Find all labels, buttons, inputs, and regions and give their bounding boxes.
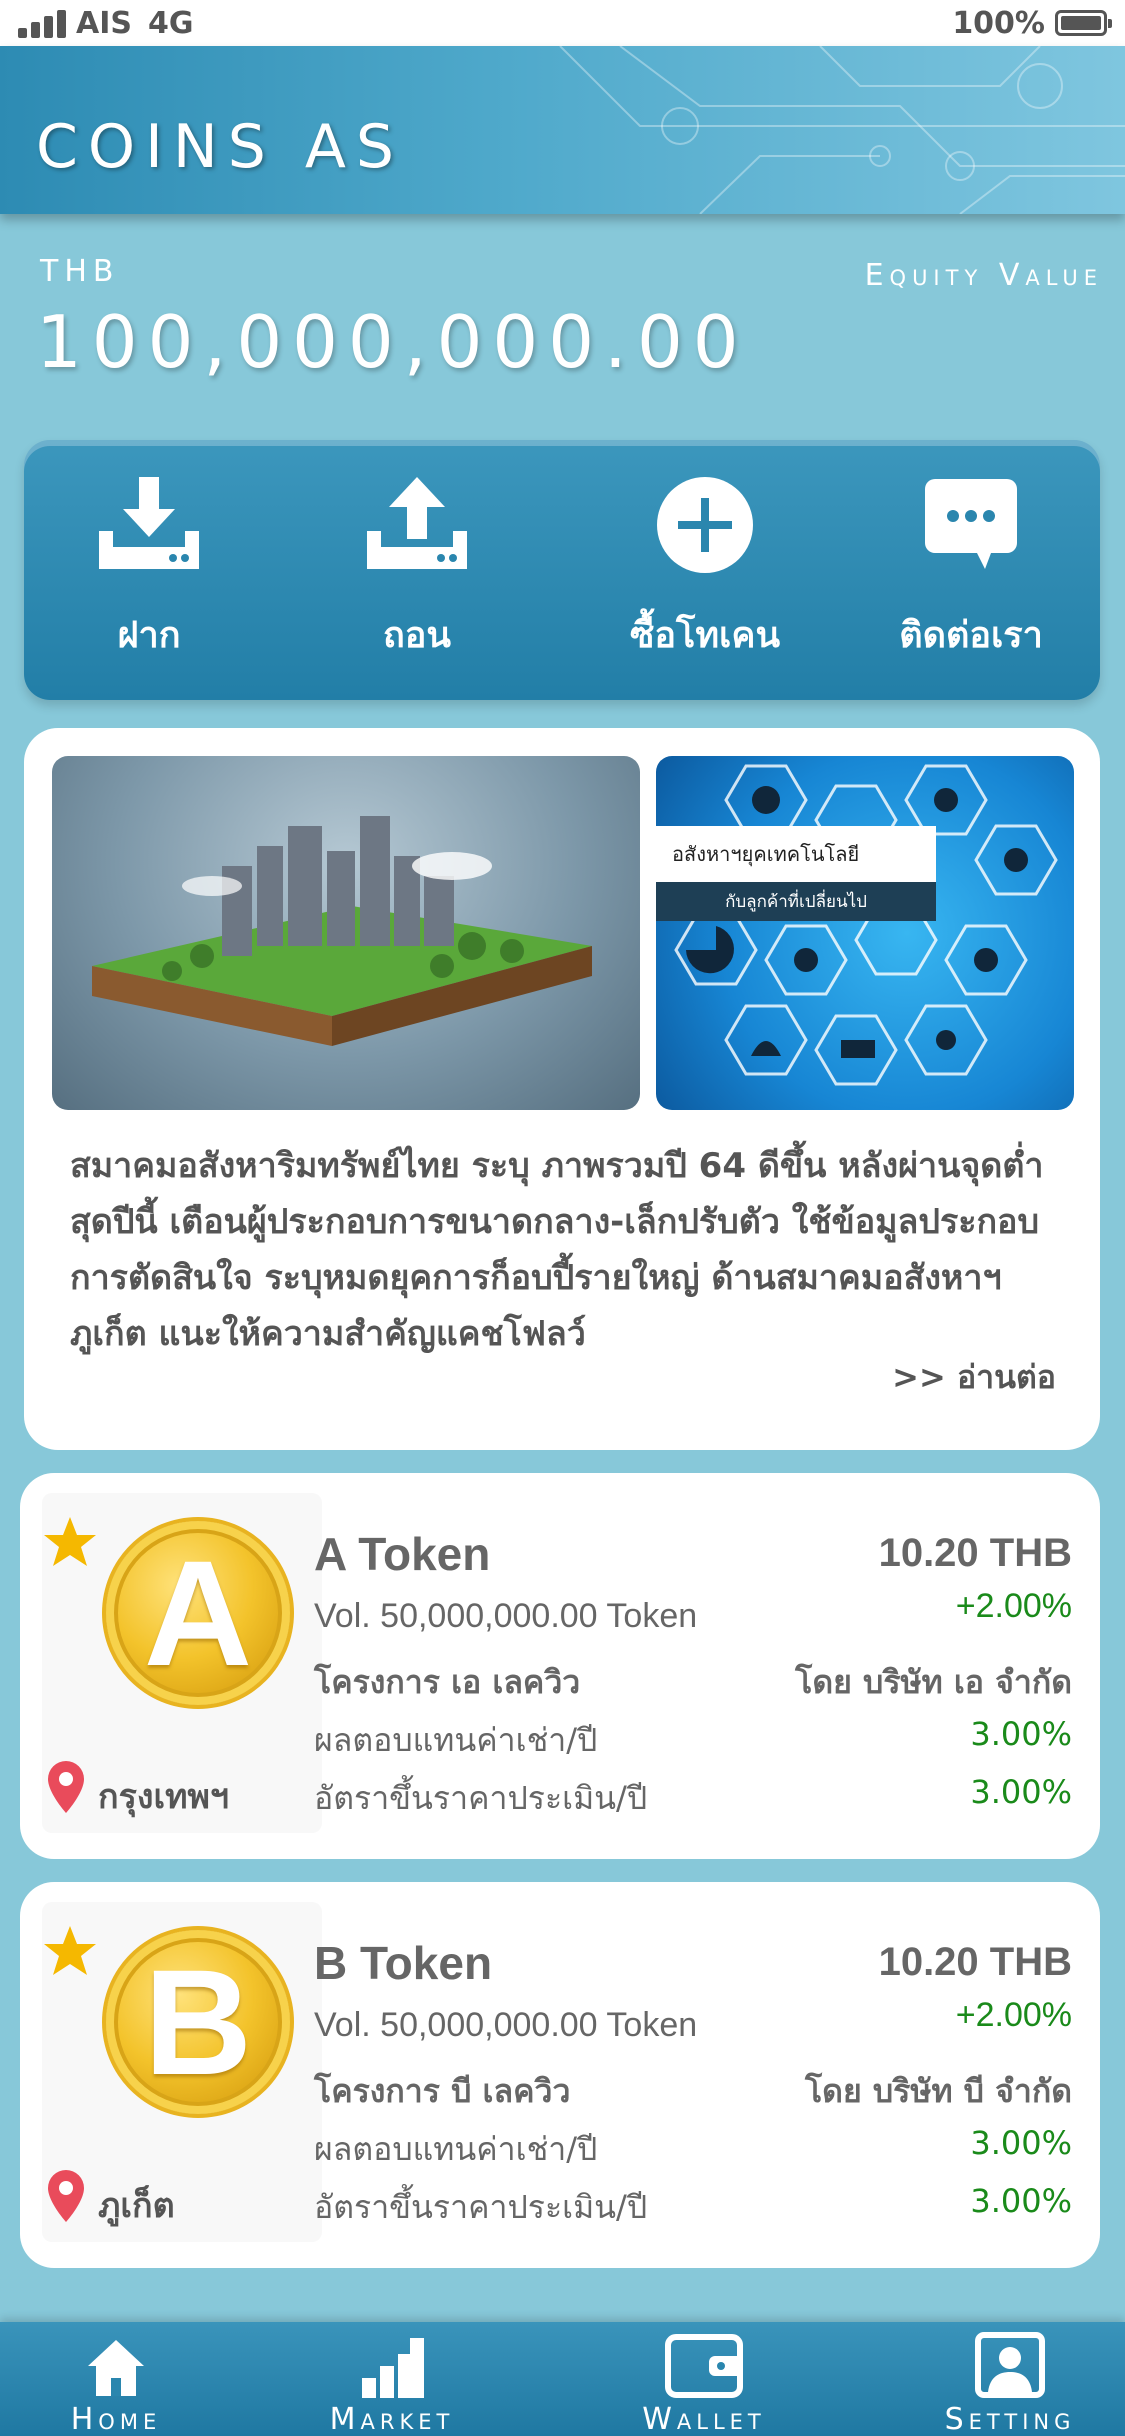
buy-token-button[interactable]: ซื้อโทเคน [590, 470, 820, 680]
bottom-nav: Home Market Wallet Setting [0, 2322, 1125, 2436]
location-pin-icon [48, 1761, 84, 1813]
rent-yield-value: 3.00% [970, 1715, 1072, 1753]
header-banner: COINS AS [0, 46, 1125, 214]
nav-home-label: Home [70, 2402, 162, 2436]
nav-setting[interactable]: Setting [910, 2332, 1110, 2436]
contact-us-label: ติดต่อเรา [899, 615, 1043, 656]
chat-bubble-icon [916, 470, 1026, 580]
token-location: กรุงเทพฯ [98, 1777, 229, 1817]
currency-label: THB [40, 254, 120, 289]
user-profile-icon [910, 2332, 1110, 2398]
location-pin-icon [48, 2170, 84, 2222]
coin-letter: A [143, 1529, 253, 1697]
token-card-a[interactable]: A กรุงเทพฯ A Token 10.20 THB +2.00% Vol.… [20, 1473, 1100, 1859]
rent-yield-label: ผลตอบแทนค่าเช่า/ปี [314, 1721, 598, 1759]
app-title: COINS AS [36, 112, 404, 182]
appraisal-growth-value: 3.00% [970, 2182, 1072, 2220]
news-card[interactable]: อสังหาฯยุคเทคโนโลยี กับลูกค้าที่เปลี่ยนไ… [24, 728, 1100, 1450]
nav-setting-label: Setting [944, 2402, 1076, 2436]
buy-token-label: ซื้อโทเคน [629, 615, 781, 656]
wallet-icon [604, 2332, 804, 2398]
token-change: +2.00% [955, 1587, 1072, 1625]
caption-main: อสังหาฯยุคเทคโนโลยี [656, 826, 936, 882]
appraisal-growth-value: 3.00% [970, 1773, 1072, 1811]
deposit-label: ฝาก [117, 615, 181, 656]
nav-market[interactable]: Market [292, 2332, 492, 2436]
favorite-star-icon[interactable] [42, 1924, 98, 1978]
token-company: โดย บริษัท เอ จำกัด [795, 1663, 1072, 1701]
contact-us-button[interactable]: ติดต่อเรา [856, 470, 1086, 680]
nav-market-label: Market [329, 2402, 455, 2436]
appraisal-growth-label: อัตราขึ้นราคาประเมิน/ปี [314, 2188, 648, 2226]
bar-chart-icon [292, 2332, 492, 2398]
carrier-name: AIS [76, 5, 132, 41]
withdraw-icon [362, 470, 472, 580]
signal-icon [18, 8, 66, 38]
token-location: ภูเก็ต [98, 2186, 175, 2226]
battery-percent: 100% [952, 5, 1045, 41]
nav-home[interactable]: Home [16, 2332, 216, 2436]
action-panel: ฝาก ถอน ซื้อโทเคน ติดต่อเรา [24, 440, 1100, 700]
rent-yield-value: 3.00% [970, 2124, 1072, 2162]
token-change: +2.00% [955, 1996, 1072, 2034]
token-price: 10.20 THB [878, 1940, 1072, 1984]
battery-icon [1055, 10, 1112, 36]
withdraw-button[interactable]: ถอน [302, 470, 532, 680]
coin-a-icon: A [106, 1521, 290, 1705]
token-volume: Vol. 50,000,000.00 Token [314, 2006, 698, 2044]
equity-value-label: Equity Value [864, 258, 1103, 293]
token-volume: Vol. 50,000,000.00 Token [314, 1597, 698, 1635]
news-image-city-island[interactable] [52, 756, 640, 1110]
news-text: สมาคมอสังหาริมทรัพย์ไทย ระบุ ภาพรวมปี 64… [70, 1146, 1044, 1354]
read-more-link[interactable]: >> อ่านต่อ [892, 1352, 1056, 1403]
news-image-caption: อสังหาฯยุคเทคโนโลยี กับลูกค้าที่เปลี่ยนไ… [656, 826, 936, 921]
token-company: โดย บริษัท บี จำกัด [804, 2072, 1072, 2110]
nav-wallet[interactable]: Wallet [604, 2332, 804, 2436]
deposit-button[interactable]: ฝาก [34, 470, 264, 680]
caption-sub: กับลูกค้าที่เปลี่ยนไป [656, 882, 936, 921]
withdraw-label: ถอน [382, 615, 452, 656]
network-type: 4G [148, 5, 194, 41]
status-bar: AIS 4G 100% [0, 0, 1125, 46]
deposit-icon [94, 470, 204, 580]
token-name: A Token [314, 1528, 491, 1580]
equity-value: 100,000,000.00 [36, 300, 749, 384]
token-card-b[interactable]: B ภูเก็ต B Token 10.20 THB +2.00% Vol. 5… [20, 1882, 1100, 2268]
home-icon [16, 2332, 216, 2398]
token-project: โครงการ บี เลควิว [314, 2072, 571, 2110]
rent-yield-label: ผลตอบแทนค่าเช่า/ปี [314, 2130, 598, 2168]
news-image-tech[interactable]: อสังหาฯยุคเทคโนโลยี กับลูกค้าที่เปลี่ยนไ… [656, 756, 1074, 1110]
coin-letter: B [143, 1938, 253, 2106]
appraisal-growth-label: อัตราขึ้นราคาประเมิน/ปี [314, 1779, 648, 1817]
coin-b-icon: B [106, 1930, 290, 2114]
favorite-star-icon[interactable] [42, 1515, 98, 1569]
nav-wallet-label: Wallet [642, 2402, 766, 2436]
token-name: B Token [314, 1937, 493, 1989]
token-price: 10.20 THB [878, 1531, 1072, 1575]
plus-circle-icon [650, 470, 760, 580]
token-project: โครงการ เอ เลควิว [314, 1663, 581, 1701]
